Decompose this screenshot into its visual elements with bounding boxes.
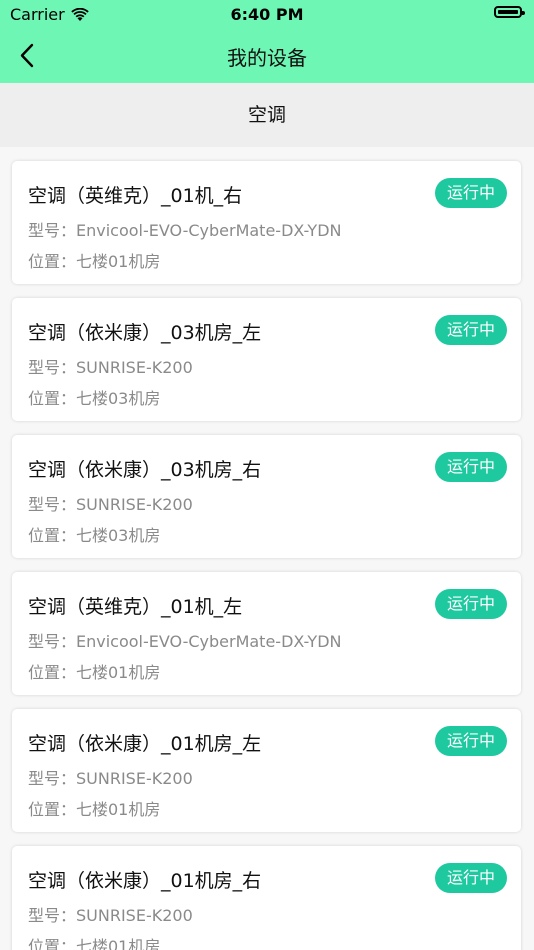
device-model: 型号：Envicool-EVO-CyberMate-DX-YDN <box>28 632 342 651</box>
device-location: 位置：七楼03机房 <box>28 526 161 545</box>
header-bar: Carrier 6:40 PM 我的设备 <box>0 0 534 83</box>
navigation-bar: 我的设备 <box>0 28 534 83</box>
device-name: 空调（英维克）_01机_左 <box>28 596 243 618</box>
status-badge: 运行中 <box>435 863 507 893</box>
device-card[interactable]: 空调（英维克）_01机_右 运行中 型号：Envicool-EVO-CyberM… <box>12 161 521 284</box>
category-title: 空调 <box>247 104 286 126</box>
status-badge: 运行中 <box>435 726 507 756</box>
device-list: 空调（英维克）_01机_右 运行中 型号：Envicool-EVO-CyberM… <box>0 147 534 950</box>
status-badge: 运行中 <box>435 589 507 619</box>
page-title: 我的设备 <box>227 46 307 70</box>
status-badge: 运行中 <box>435 315 507 345</box>
device-name: 空调（依米康）_01机房_右 <box>28 870 262 892</box>
clock: 6:40 PM <box>230 5 304 24</box>
device-model: 型号：Envicool-EVO-CyberMate-DX-YDN <box>28 221 342 240</box>
device-model: 型号：SUNRISE-K200 <box>28 906 193 925</box>
status-badge: 运行中 <box>435 178 507 208</box>
category-header: 空调 <box>0 83 534 147</box>
device-location: 位置：七楼01机房 <box>28 800 161 819</box>
battery-icon <box>494 6 525 18</box>
device-model: 型号：SUNRISE-K200 <box>28 769 193 788</box>
status-bar: Carrier 6:40 PM <box>0 0 534 28</box>
device-card[interactable]: 空调（依米康）_01机房_右 运行中 型号：SUNRISE-K200 位置：七楼… <box>12 846 521 950</box>
device-model: 型号：SUNRISE-K200 <box>28 495 193 514</box>
device-card[interactable]: 空调（依米康）_01机房_左 运行中 型号：SUNRISE-K200 位置：七楼… <box>12 709 521 832</box>
status-badge: 运行中 <box>435 452 507 482</box>
device-name: 空调（依米康）_03机房_右 <box>28 459 262 481</box>
device-name: 空调（英维克）_01机_右 <box>28 185 243 207</box>
device-name: 空调（依米康）_03机房_左 <box>28 322 262 344</box>
device-location: 位置：七楼01机房 <box>28 252 161 271</box>
device-location: 位置：七楼03机房 <box>28 389 161 408</box>
device-location: 位置：七楼01机房 <box>28 937 161 950</box>
device-name: 空调（依米康）_01机房_左 <box>28 733 262 755</box>
device-model: 型号：SUNRISE-K200 <box>28 358 193 377</box>
device-card[interactable]: 空调（依米康）_03机房_右 运行中 型号：SUNRISE-K200 位置：七楼… <box>12 435 521 558</box>
device-card[interactable]: 空调（英维克）_01机_左 运行中 型号：Envicool-EVO-CyberM… <box>12 572 521 695</box>
device-location: 位置：七楼01机房 <box>28 663 161 682</box>
device-card[interactable]: 空调（依米康）_03机房_左 运行中 型号：SUNRISE-K200 位置：七楼… <box>12 298 521 421</box>
